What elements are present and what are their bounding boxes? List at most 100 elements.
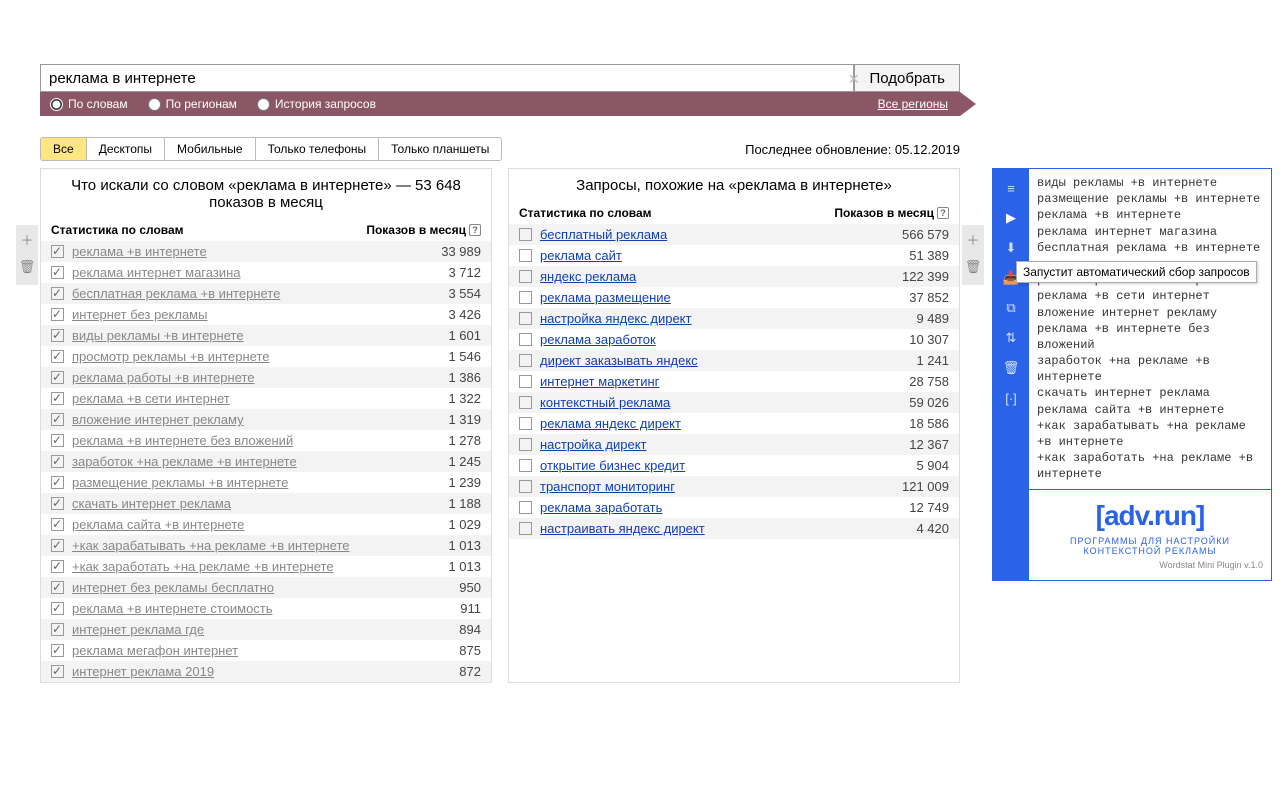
row-checkbox[interactable] bbox=[51, 539, 64, 552]
trash-icon[interactable]: 🗑 bbox=[962, 253, 984, 281]
trash-icon[interactable]: 🗑 bbox=[998, 355, 1024, 381]
help-icon[interactable]: ? bbox=[937, 207, 949, 219]
seg-phone[interactable]: Только телефоны bbox=[256, 138, 380, 160]
brackets-icon[interactable]: [·] bbox=[998, 385, 1024, 411]
plugin-ad[interactable]: [adv.run] ПРОГРАММЫ ДЛЯ НАСТРОЙКИ КОНТЕК… bbox=[1029, 489, 1271, 580]
right-handle[interactable]: ＋ 🗑 bbox=[962, 225, 984, 285]
keyword-link[interactable]: реклама +в интернете bbox=[72, 244, 207, 259]
keyword-link[interactable]: размещение рекламы +в интернете bbox=[72, 475, 288, 490]
row-checkbox[interactable] bbox=[51, 392, 64, 405]
keyword-link[interactable]: реклама +в интернете без вложений bbox=[72, 433, 293, 448]
plus-icon[interactable]: ＋ bbox=[16, 225, 38, 253]
clear-icon[interactable]: ✕ bbox=[848, 71, 860, 88]
keyword-link[interactable]: реклама +в интернете стоимость bbox=[72, 601, 273, 616]
keyword-link[interactable]: интернет реклама 2019 bbox=[72, 664, 214, 679]
keyword-link[interactable]: настройка директ bbox=[540, 437, 647, 452]
row-checkbox[interactable] bbox=[51, 245, 64, 258]
row-checkbox[interactable] bbox=[519, 417, 532, 430]
keyword-link[interactable]: вложение интернет рекламу bbox=[72, 412, 244, 427]
keyword-link[interactable]: реклама сайт bbox=[540, 248, 622, 263]
row-checkbox[interactable] bbox=[519, 270, 532, 283]
left-handle[interactable]: ＋ 🗑 bbox=[16, 225, 38, 285]
keyword-link[interactable]: бесплатный реклама bbox=[540, 227, 667, 242]
keyword-link[interactable]: настройка яндекс директ bbox=[540, 311, 691, 326]
keyword-link[interactable]: просмотр рекламы +в интернете bbox=[72, 349, 270, 364]
row-checkbox[interactable] bbox=[51, 602, 64, 615]
row-checkbox[interactable] bbox=[519, 291, 532, 304]
row-checkbox[interactable] bbox=[51, 476, 64, 489]
keyword-link[interactable]: интернет без рекламы бесплатно bbox=[72, 580, 274, 595]
row-checkbox[interactable] bbox=[51, 581, 64, 594]
row-checkbox[interactable] bbox=[51, 287, 64, 300]
row-checkbox[interactable] bbox=[519, 312, 532, 325]
row-checkbox[interactable] bbox=[51, 644, 64, 657]
keyword-link[interactable]: интернет маркетинг bbox=[540, 374, 659, 389]
keyword-link[interactable]: +как зарабатывать +на рекламе +в интерне… bbox=[72, 538, 350, 553]
seg-all[interactable]: Все bbox=[41, 138, 87, 160]
seg-tablet[interactable]: Только планшеты bbox=[379, 138, 501, 160]
keyword-link[interactable]: бесплатная реклама +в интернете bbox=[72, 286, 280, 301]
row-checkbox[interactable] bbox=[519, 438, 532, 451]
search-input[interactable] bbox=[40, 64, 854, 92]
row-checkbox[interactable] bbox=[519, 501, 532, 514]
keyword-link[interactable]: транспорт мониторинг bbox=[540, 479, 675, 494]
radio-words[interactable]: По словам bbox=[40, 97, 138, 111]
keyword-link[interactable]: контекстный реклама bbox=[540, 395, 670, 410]
row-checkbox[interactable] bbox=[51, 413, 64, 426]
plus-icon[interactable]: ＋ bbox=[962, 225, 984, 253]
row-checkbox[interactable] bbox=[519, 396, 532, 409]
keyword-link[interactable]: +как заработать +на рекламе +в интернете bbox=[72, 559, 334, 574]
radio-history[interactable]: История запросов bbox=[247, 97, 386, 111]
row-checkbox[interactable] bbox=[51, 329, 64, 342]
row-checkbox[interactable] bbox=[519, 333, 532, 346]
sort-icon[interactable]: ⇅ bbox=[998, 325, 1024, 351]
row-checkbox[interactable] bbox=[51, 455, 64, 468]
keyword-link[interactable]: виды рекламы +в интернете bbox=[72, 328, 244, 343]
row-checkbox[interactable] bbox=[519, 249, 532, 262]
row-checkbox[interactable] bbox=[51, 560, 64, 573]
row-checkbox[interactable] bbox=[51, 665, 64, 678]
all-regions-link[interactable]: Все регионы bbox=[878, 97, 948, 111]
row-checkbox[interactable] bbox=[51, 308, 64, 321]
row-checkbox[interactable] bbox=[51, 434, 64, 447]
keyword-link[interactable]: заработок +на рекламе +в интернете bbox=[72, 454, 297, 469]
keyword-link[interactable]: скачать интернет реклама bbox=[72, 496, 231, 511]
row-checkbox[interactable] bbox=[519, 375, 532, 388]
radio-regions[interactable]: По регионам bbox=[138, 97, 247, 111]
copy-icon[interactable]: ⧉ bbox=[998, 295, 1024, 321]
row-checkbox[interactable] bbox=[519, 522, 532, 535]
keyword-link[interactable]: реклама +в сети интернет bbox=[72, 391, 230, 406]
submit-button[interactable]: Подобрать bbox=[854, 64, 960, 92]
keyword-link[interactable]: реклама работы +в интернете bbox=[72, 370, 254, 385]
seg-mobile[interactable]: Мобильные bbox=[165, 138, 256, 160]
keyword-link[interactable]: настраивать яндекс директ bbox=[540, 521, 705, 536]
row-checkbox[interactable] bbox=[519, 354, 532, 367]
keyword-link[interactable]: реклама размещение bbox=[540, 290, 671, 305]
keyword-link[interactable]: интернет реклама где bbox=[72, 622, 204, 637]
keyword-link[interactable]: открытие бизнес кредит bbox=[540, 458, 685, 473]
row-checkbox[interactable] bbox=[51, 371, 64, 384]
row-checkbox[interactable] bbox=[519, 459, 532, 472]
keyword-link[interactable]: реклама заработать bbox=[540, 500, 662, 515]
trash-icon[interactable]: 🗑 bbox=[16, 253, 38, 281]
menu-icon[interactable]: ≡ bbox=[998, 175, 1024, 201]
keyword-link[interactable]: интернет без рекламы bbox=[72, 307, 207, 322]
row-checkbox[interactable] bbox=[51, 623, 64, 636]
row-checkbox[interactable] bbox=[519, 228, 532, 241]
keyword-link[interactable]: яндекс реклама bbox=[540, 269, 636, 284]
seg-desktop[interactable]: Десктопы bbox=[87, 138, 165, 160]
row-checkbox[interactable] bbox=[519, 480, 532, 493]
row-checkbox[interactable] bbox=[51, 266, 64, 279]
row-checkbox[interactable] bbox=[51, 518, 64, 531]
download-icon[interactable]: ⬇ bbox=[998, 235, 1024, 261]
row-checkbox[interactable] bbox=[51, 350, 64, 363]
keyword-link[interactable]: реклама интернет магазина bbox=[72, 265, 240, 280]
keyword-link[interactable]: реклама заработок bbox=[540, 332, 656, 347]
row-checkbox[interactable] bbox=[51, 497, 64, 510]
keyword-link[interactable]: реклама мегафон интернет bbox=[72, 643, 238, 658]
keyword-link[interactable]: реклама сайта +в интернете bbox=[72, 517, 244, 532]
keyword-link[interactable]: директ заказывать яндекс bbox=[540, 353, 698, 368]
keyword-link[interactable]: реклама яндекс директ bbox=[540, 416, 681, 431]
help-icon[interactable]: ? bbox=[469, 224, 481, 236]
play-icon[interactable]: ▶ bbox=[998, 205, 1024, 231]
